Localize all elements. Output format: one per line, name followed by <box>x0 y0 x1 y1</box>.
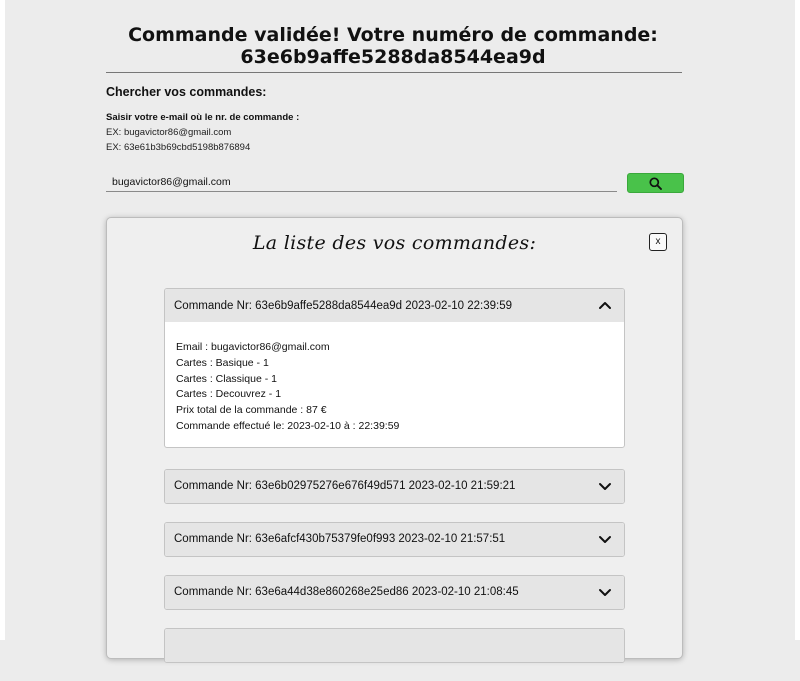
chevron-up-icon <box>599 302 611 309</box>
search-icon <box>649 176 662 190</box>
order-item: Commande Nr: 63e6b9affe5288da8544ea9d 20… <box>164 288 625 448</box>
order-list: Commande Nr: 63e6b9affe5288da8544ea9d 20… <box>164 288 625 681</box>
search-example-email: EX: bugavictor86@gmail.com <box>106 127 232 138</box>
order-header-label: Commande Nr: 63e6afcf430b75379fe0f993 20… <box>174 533 506 546</box>
order-item: Commande Nr: 63e6b02975276e676f49d571 20… <box>164 468 625 504</box>
close-button[interactable]: x <box>649 233 667 251</box>
order-item: Commande Nr: 63e6a44d38e860268e25ed86 20… <box>164 574 625 610</box>
order-detail-card: Cartes : Basique - 1 <box>176 356 269 369</box>
order-item: Commande Nr: 63e6afcf430b75379fe0f993 20… <box>164 521 625 557</box>
order-header-label: Commande Nr: 63e6a44d38e860268e25ed86 20… <box>174 586 519 599</box>
order-detail-card: Cartes : Decouvrez - 1 <box>176 388 282 401</box>
chevron-down-icon <box>599 482 611 490</box>
page-edge-right <box>795 0 800 640</box>
order-header-label: Commande Nr: 63e6b02975276e676f49d571 20… <box>174 480 516 493</box>
order-details: Email : bugavictor86@gmail.com Cartes : … <box>165 322 624 447</box>
order-header[interactable] <box>165 628 624 662</box>
search-button[interactable] <box>627 173 684 193</box>
order-header-label: Commande Nr: 63e6b9affe5288da8544ea9d 20… <box>174 299 513 312</box>
order-detail-card: Cartes : Classique - 1 <box>176 372 277 385</box>
search-input[interactable] <box>106 172 617 192</box>
order-header[interactable]: Commande Nr: 63e6b02975276e676f49d571 20… <box>165 469 624 503</box>
page-edge-left <box>0 0 5 640</box>
order-header[interactable]: Commande Nr: 63e6afcf430b75379fe0f993 20… <box>165 522 624 556</box>
search-example-order-number: EX: 63e61b3b69cbd5198b876894 <box>106 142 251 153</box>
order-detail-total: Prix total de la commande : 87 € <box>176 404 327 417</box>
search-section-title: Chercher vos commandes: <box>106 85 267 99</box>
orders-modal: La liste des vos commandes: x Commande N… <box>106 217 683 663</box>
order-header[interactable]: Commande Nr: 63e6a44d38e860268e25ed86 20… <box>165 575 624 609</box>
chevron-down-icon <box>599 588 611 596</box>
chevron-down-icon <box>599 535 611 543</box>
order-detail-date: Commande effectué le: 2023-02-10 à : 22:… <box>176 419 400 432</box>
divider <box>106 72 682 73</box>
order-detail-email: Email : bugavictor86@gmail.com <box>176 341 330 353</box>
search-hint-label: Saisir votre e-mail où le nr. de command… <box>106 112 300 123</box>
order-header[interactable]: Commande Nr: 63e6b9affe5288da8544ea9d 20… <box>165 289 624 322</box>
modal-title: La liste des vos commandes: <box>252 232 537 254</box>
order-confirmation-heading: Commande validée! Votre numéro de comman… <box>128 24 658 68</box>
order-item-partial <box>164 627 625 663</box>
